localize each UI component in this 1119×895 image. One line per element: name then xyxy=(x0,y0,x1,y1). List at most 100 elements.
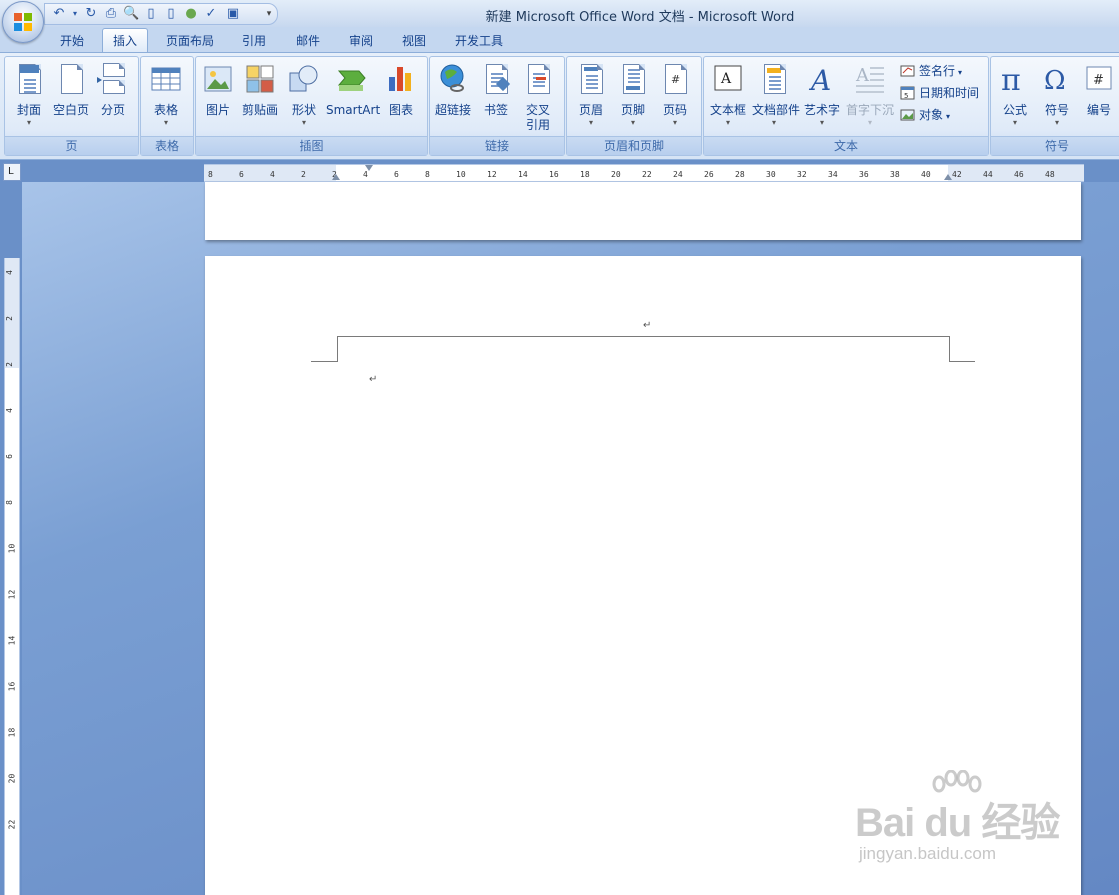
page-break-button[interactable]: 分页 xyxy=(91,61,135,133)
cross-reference-icon xyxy=(522,63,554,95)
shapes-icon xyxy=(288,63,320,95)
footer-button[interactable]: 页脚 ▾ xyxy=(611,61,655,133)
office-button[interactable] xyxy=(2,1,44,43)
cross-reference-button[interactable]: 交叉 引用 xyxy=(516,61,560,133)
customize-qat-icon[interactable]: ▾ xyxy=(261,6,277,22)
print-icon[interactable]: ⎙ xyxy=(103,6,119,22)
chart-button[interactable]: 图表 xyxy=(379,61,423,133)
picture-button[interactable]: 图片 xyxy=(196,61,240,133)
print-preview-icon[interactable]: 🔍 xyxy=(123,6,139,22)
clipart-icon xyxy=(244,63,276,95)
paragraph-mark: ↵ xyxy=(369,374,378,385)
redo-icon[interactable]: ↻ xyxy=(83,6,99,22)
object-button[interactable]: 对象 ▾ xyxy=(900,105,950,125)
hyperlink-button[interactable]: 超链接 xyxy=(431,61,475,133)
footer-icon xyxy=(617,63,649,95)
number-icon: # xyxy=(1083,63,1115,95)
wordart-icon: A xyxy=(806,63,838,97)
ruler-tick-label: 46 xyxy=(1014,170,1024,179)
clipart-button[interactable]: 剪贴画 xyxy=(238,61,282,133)
dropdown-arrow-icon: ▾ xyxy=(630,118,635,127)
date-time-button[interactable]: 5 日期和时间 xyxy=(900,83,979,103)
svg-text:A: A xyxy=(808,64,831,95)
ruler-tick-label: 6 xyxy=(4,454,14,459)
page-break-icon xyxy=(97,63,129,95)
dropdown-arrow-icon: ▾ xyxy=(588,118,593,127)
picture-icon xyxy=(202,63,234,95)
textbox-button[interactable]: A 文本框 ▾ xyxy=(706,61,750,133)
undo-dropdown-icon[interactable]: ▾ xyxy=(67,6,83,22)
ruler-tick-label: 22 xyxy=(7,819,17,830)
watermark-url: jingyan.baidu.com xyxy=(859,844,997,863)
tab-home[interactable]: 开始 xyxy=(50,30,94,52)
ruler-tick-label: 40 xyxy=(921,170,931,179)
header-button[interactable]: 页眉 ▾ xyxy=(569,61,613,133)
number-button[interactable]: # 编号 xyxy=(1077,61,1119,133)
bookmark-button[interactable]: 书签 xyxy=(474,61,518,133)
ruler-tick-label: 38 xyxy=(890,170,900,179)
dropdown-arrow-icon: ▾ xyxy=(301,118,306,127)
svg-text:π: π xyxy=(1001,63,1021,95)
table-icon xyxy=(150,63,182,95)
svg-text:#: # xyxy=(1093,73,1104,88)
cover-button[interactable]: 封面 ▾ xyxy=(7,61,51,133)
first-line-indent-marker[interactable] xyxy=(365,165,373,171)
tab-developer[interactable]: 开发工具 xyxy=(446,30,512,52)
blank-page-button[interactable]: 空白页 xyxy=(49,61,93,133)
equation-button[interactable]: π 公式 ▾ xyxy=(993,61,1037,133)
dropdown-arrow-icon: ▾ xyxy=(946,112,951,121)
ruler-tick-label: 28 xyxy=(735,170,745,179)
tab-references[interactable]: 引用 xyxy=(232,30,276,52)
ruler-tick-label: 32 xyxy=(797,170,807,179)
svg-text:5: 5 xyxy=(904,92,908,100)
right-indent-marker[interactable] xyxy=(944,174,952,180)
ruler-tick-label: 36 xyxy=(859,170,869,179)
ruler-tick-label: 24 xyxy=(673,170,683,179)
undo-icon[interactable]: ↶ xyxy=(51,6,67,22)
save-icon[interactable]: ▣ xyxy=(225,6,241,22)
blank-doc-icon[interactable]: ▯ xyxy=(163,6,179,22)
ruler-tick-label: 8 xyxy=(4,500,14,505)
wordart-button[interactable]: A 艺术字 ▾ xyxy=(800,61,844,133)
ruler-tick-label: 44 xyxy=(983,170,993,179)
tab-review[interactable]: 审阅 xyxy=(339,30,383,52)
quick-access-toolbar: ↶ ▾ ↻ ⎙ 🔍 ▯ ▯ ● ✓ ▣ ▾ xyxy=(44,3,278,25)
tab-mailings[interactable]: 邮件 xyxy=(286,30,330,52)
chart-icon xyxy=(385,63,417,95)
group-label-page: 页 xyxy=(5,136,138,155)
group-text: A 文本框 ▾ 文档部件 ▾ A 艺术字 ▾ A 首字下沉 ▾ 签名行 ▾ 5 … xyxy=(703,56,989,156)
globe-link-icon xyxy=(437,63,469,95)
tab-selector[interactable]: L xyxy=(3,163,21,181)
drop-cap-button[interactable]: A 首字下沉 ▾ xyxy=(846,61,894,133)
group-label-text: 文本 xyxy=(704,136,988,155)
circle-icon[interactable]: ● xyxy=(183,6,199,22)
drop-cap-icon: A xyxy=(854,63,886,95)
signature-line-button[interactable]: 签名行 ▾ xyxy=(900,61,962,81)
ruler-tick-label: 4 xyxy=(270,170,275,179)
svg-text:Ω: Ω xyxy=(1044,66,1066,95)
group-header-footer: 页眉 ▾ 页脚 ▾ # 页码 ▾ 页眉和页脚 xyxy=(566,56,702,156)
table-button[interactable]: 表格 ▾ xyxy=(144,61,188,133)
ruler-tick-label: 48 xyxy=(1045,170,1055,179)
ruler-tick-label: 26 xyxy=(704,170,714,179)
tab-page-layout[interactable]: 页面布局 xyxy=(158,30,222,52)
ruler-tick-label: 6 xyxy=(394,170,399,179)
shapes-button[interactable]: 形状 ▾ xyxy=(282,61,326,133)
page-number-button[interactable]: # 页码 ▾ xyxy=(653,61,697,133)
horizontal-ruler[interactable]: 8 6 4 2 2 4 6 8 10 12 14 16 18 20 22 24 26 28 30 32 34 36 38 40… xyxy=(204,164,1084,182)
tab-insert[interactable]: 插入 xyxy=(102,28,148,53)
group-table: 表格 ▾ 表格 xyxy=(140,56,194,156)
symbol-button[interactable]: Ω 符号 ▾ xyxy=(1035,61,1079,133)
paragraph-mark: ↵ xyxy=(643,320,652,331)
dropdown-arrow-icon: ▾ xyxy=(725,118,730,127)
quick-parts-button[interactable]: 文档部件 ▾ xyxy=(752,61,800,133)
left-indent-marker[interactable] xyxy=(332,174,340,180)
tab-view[interactable]: 视图 xyxy=(392,30,436,52)
smartart-button[interactable]: SmartArt xyxy=(326,61,380,133)
ruler-tick-label: 18 xyxy=(580,170,590,179)
ruler-tick-label: 6 xyxy=(239,170,244,179)
group-illustrations: 图片 剪贴画 形状 ▾ SmartArt 图表 插图 xyxy=(195,56,428,156)
new-doc-icon[interactable]: ▯ xyxy=(143,6,159,22)
vertical-ruler[interactable]: 4 2 2 4 6 8 10 12 14 16 18 20 22 xyxy=(4,258,20,895)
spelling-icon[interactable]: ✓ xyxy=(203,6,219,22)
